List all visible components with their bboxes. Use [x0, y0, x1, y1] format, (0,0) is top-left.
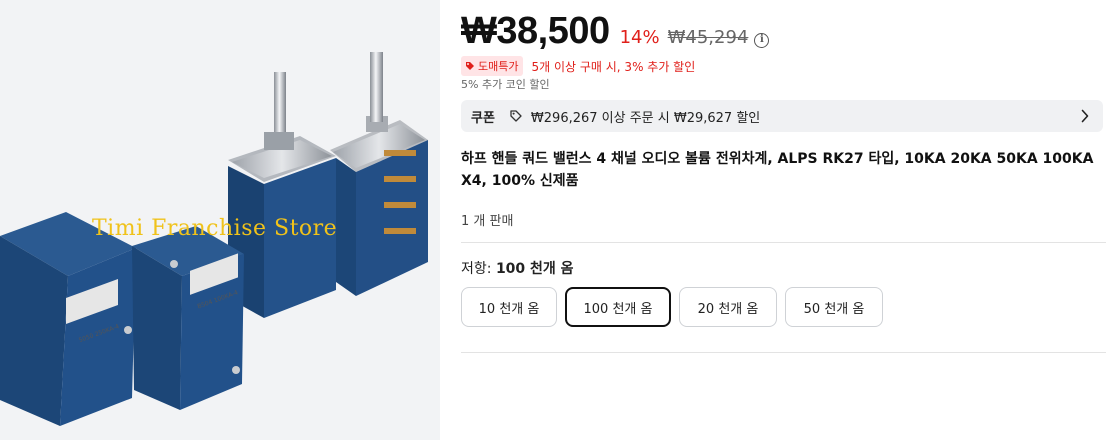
coupon-text: ₩296,267 이상 주문 시 ₩29,627 할인: [530, 110, 761, 126]
divider: [461, 242, 1106, 243]
current-price: ₩38,500: [461, 10, 610, 52]
resistance-label-prefix: 저항:: [461, 261, 492, 277]
resistance-selected-value: 100 천개 옴: [495, 261, 574, 277]
coupon-label: 쿠폰: [471, 110, 495, 126]
original-price: ₩45,294: [667, 27, 749, 48]
store-watermark: Timi Franchise Store: [92, 216, 338, 241]
wholesale-badge: 도매특가: [461, 56, 524, 76]
option-100k[interactable]: 100 천개 옴: [565, 287, 671, 327]
sold-count: 1 개 판매: [461, 214, 514, 229]
coin-discount-text: 5% 추가 코인 할인: [461, 78, 550, 91]
product-image[interactable]: 5050 250KA-4 B504 100KA-4 Timi Franchise…: [0, 0, 440, 440]
potentiometer-back-right: [330, 52, 428, 296]
coupon-bar[interactable]: 쿠폰 ₩296,267 이상 주문 시 ₩29,627 할인: [461, 100, 1103, 132]
option-50k[interactable]: 50 천개 옴: [785, 287, 883, 327]
option-10k[interactable]: 10 천개 옴: [461, 287, 557, 327]
chevron-right-icon: [1081, 109, 1089, 123]
discount-percent: 14%: [619, 27, 660, 48]
resistance-options: 10 천개 옴 100 천개 옴 20 천개 옴 50 천개 옴: [461, 287, 883, 327]
divider: [461, 352, 1106, 353]
wholesale-badge-label: 도매특가: [478, 60, 519, 73]
resistance-label: 저항: 100 천개 옴: [461, 258, 574, 278]
potentiometer-left: 5050 250KA-4: [0, 212, 136, 426]
tag-icon: [466, 62, 474, 70]
potentiometer-middle: [228, 72, 336, 318]
tag-outline-icon: [510, 110, 522, 122]
bulk-discount-text: 5개 이상 구매 시, 3% 추가 할인: [531, 59, 696, 74]
option-20k[interactable]: 20 천개 옴: [679, 287, 777, 327]
price-row: ₩38,500 14% ₩45,294 i: [461, 10, 770, 53]
potentiometer-center: B504 100KA-4: [132, 226, 244, 410]
info-icon[interactable]: i: [754, 32, 770, 48]
product-title: 하프 핸들 쿼드 밸런스 4 채널 오디오 볼륨 전위차계, ALPS RK27…: [461, 151, 1094, 189]
promo-row: 도매특가 5개 이상 구매 시, 3% 추가 할인: [461, 56, 695, 76]
